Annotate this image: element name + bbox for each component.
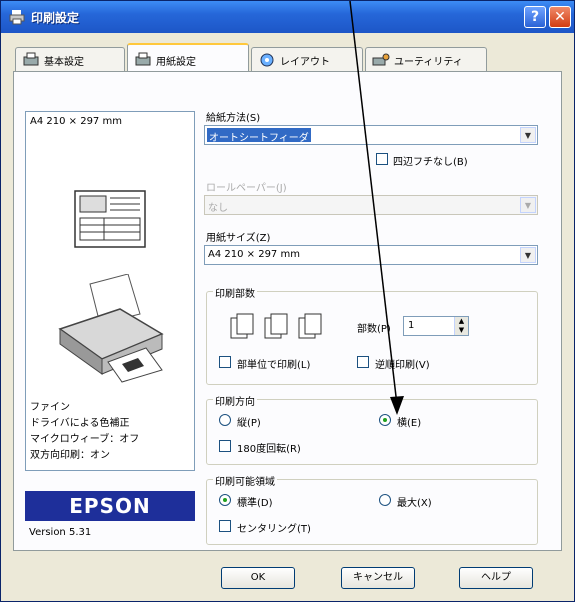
annotation-arrow (349, 1, 404, 415)
print-settings-dialog: 印刷設定 ? ✕ 基本設定 用紙設定 レイアウト ユーティリティ A4 210 … (0, 0, 575, 602)
